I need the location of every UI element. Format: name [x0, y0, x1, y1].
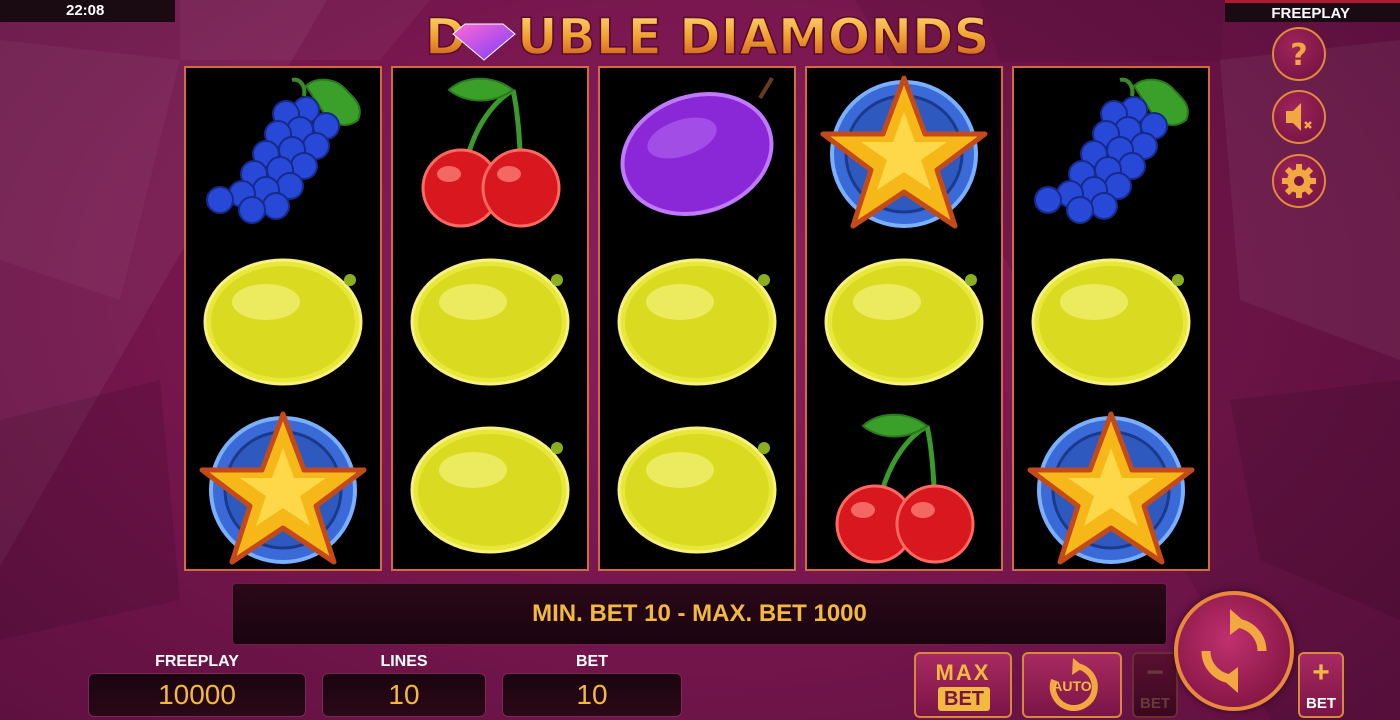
lemon-icon	[203, 258, 363, 386]
star-icon	[820, 75, 988, 229]
lemon-icon	[410, 258, 570, 386]
bet-label: BET	[576, 653, 608, 670]
auto-label: AUTO	[1052, 678, 1092, 694]
symbol-cell	[600, 68, 794, 234]
settings-button[interactable]	[1272, 154, 1326, 208]
spin-button[interactable]	[1174, 591, 1294, 711]
lemon-icon	[617, 426, 777, 554]
sound-muted-icon	[1286, 103, 1312, 131]
auto-play-button[interactable]: AUTO	[1022, 652, 1122, 718]
bet-decrease-label: BET	[1140, 695, 1170, 712]
lemon-icon	[410, 426, 570, 554]
logo-text: UBLE DIAMONDS	[517, 8, 985, 64]
lemon-icon	[824, 258, 984, 386]
star-icon	[1027, 411, 1195, 565]
symbol-cell	[600, 236, 794, 402]
symbol-cell	[186, 68, 380, 234]
symbol-cell	[393, 236, 587, 402]
symbol-cell	[186, 236, 380, 402]
bet-increase-button[interactable]: + BET	[1298, 652, 1344, 718]
cherries-icon	[421, 77, 561, 228]
symbol-cell	[807, 404, 1001, 570]
minus-icon: −	[1146, 656, 1164, 689]
gear-icon	[1282, 164, 1316, 198]
symbol-cell	[393, 404, 587, 570]
sound-button[interactable]	[1272, 90, 1326, 144]
max-bet-bottom-label: BET	[938, 687, 990, 711]
bet-range-message: MIN. BET 10 - MAX. BET 1000	[232, 583, 1167, 645]
symbol-cell	[1014, 404, 1208, 570]
clock: 22:08	[0, 0, 175, 22]
symbol-cell	[807, 236, 1001, 402]
symbol-cell	[393, 68, 587, 234]
help-icon: ?	[1290, 38, 1307, 73]
lines-value[interactable]: 10	[322, 673, 486, 717]
bet-value: 10	[502, 673, 682, 717]
grapes-icon	[206, 77, 361, 224]
symbol-cell	[600, 404, 794, 570]
symbol-cell	[1014, 236, 1208, 402]
plus-icon: +	[1312, 656, 1330, 689]
max-bet-button[interactable]: MAX BET	[914, 652, 1012, 718]
spin-icon	[1201, 609, 1267, 693]
credit-value: 10000	[88, 673, 306, 717]
lemon-icon	[1031, 258, 1191, 386]
lemon-icon	[617, 258, 777, 386]
symbol-cell	[186, 404, 380, 570]
game-logo: D UBLE DIAMONDS	[425, 7, 985, 64]
bet-decrease-button[interactable]: − BET	[1132, 652, 1178, 718]
grapes-icon	[1034, 77, 1189, 224]
bet-increase-label: BET	[1306, 695, 1336, 712]
star-icon	[199, 411, 367, 565]
cherries-icon	[835, 413, 975, 564]
max-bet-top-label: MAX	[935, 660, 991, 685]
symbol-cell	[807, 68, 1001, 234]
credit-label: FREEPLAY	[155, 653, 239, 670]
plum-icon	[620, 77, 774, 216]
symbol-cell	[1014, 68, 1208, 234]
svg-text:?: ?	[1290, 38, 1307, 73]
lines-label: LINES	[380, 653, 428, 670]
mode-indicator: FREEPLAY	[1225, 0, 1400, 22]
help-button[interactable]: ?	[1272, 27, 1326, 81]
